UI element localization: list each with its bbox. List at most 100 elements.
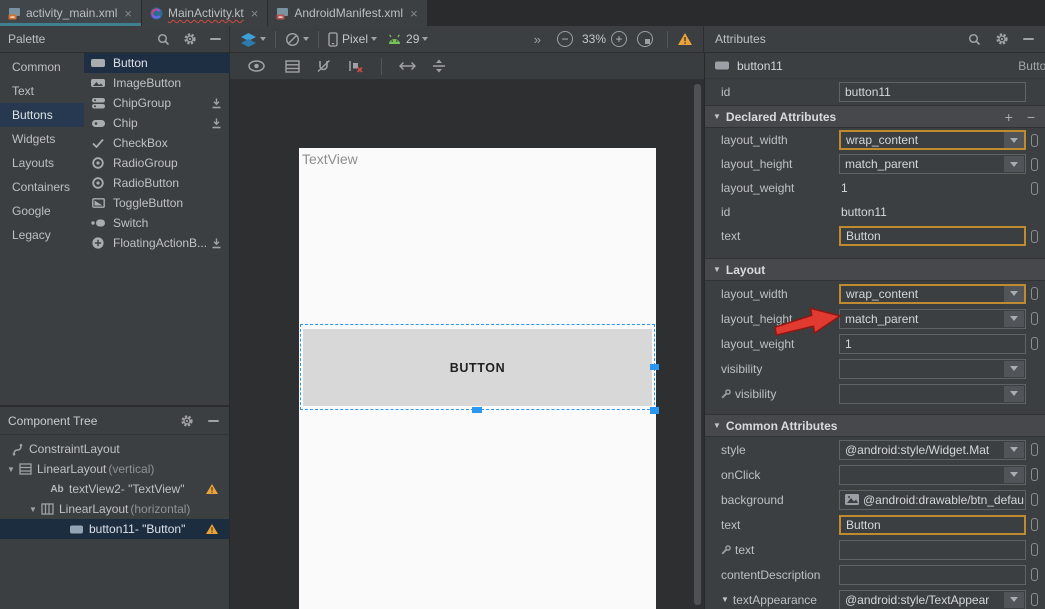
chevron-down-icon[interactable]	[1004, 442, 1024, 458]
tree-node-linearlayout-vertical[interactable]: ▼ LinearLayout (vertical)	[0, 459, 229, 479]
section-layout[interactable]: ▼ Layout	[705, 258, 1045, 281]
resize-handle-corner[interactable]	[650, 407, 659, 414]
linearlayout-mode-icon[interactable]	[285, 60, 300, 73]
palette-category-text[interactable]: Text	[0, 79, 84, 103]
design-surface-icon[interactable]	[240, 32, 266, 47]
palette-category-legacy[interactable]: Legacy	[0, 223, 84, 247]
close-icon[interactable]: ×	[410, 7, 418, 20]
chevron-down-icon[interactable]	[1004, 386, 1024, 402]
gear-icon[interactable]	[180, 414, 194, 428]
warning-icon[interactable]	[205, 483, 219, 495]
resource-picker-icon[interactable]	[1031, 312, 1038, 325]
orientation-icon[interactable]	[285, 32, 309, 47]
field-value[interactable]: 1	[839, 181, 1026, 195]
palette-item-chipgroup[interactable]: ChipGroup	[84, 93, 230, 113]
palette-category-common[interactable]: Common	[0, 55, 84, 79]
view-options-eye-icon[interactable]	[248, 60, 265, 72]
tools-visibility-combo[interactable]	[839, 384, 1026, 404]
tree-node-button11[interactable]: button11- "Button"	[0, 519, 229, 539]
palette-item-chip[interactable]: Chip	[84, 113, 230, 133]
resource-picker-icon[interactable]	[1031, 543, 1038, 556]
resource-picker-icon[interactable]	[1031, 158, 1038, 171]
tools-text-input[interactable]	[839, 540, 1026, 560]
add-attribute-button[interactable]: +	[1005, 109, 1013, 125]
resource-picker-icon[interactable]	[1031, 593, 1038, 606]
chevron-down-icon[interactable]	[1004, 361, 1024, 377]
tab-mainactivity-kt[interactable]: MainActivity.kt ×	[142, 0, 267, 26]
palette-category-google[interactable]: Google	[0, 199, 84, 223]
resize-handle-right[interactable]	[650, 364, 659, 370]
tab-activity-main-xml[interactable]: activity_main.xml ×	[0, 0, 141, 26]
vertical-scrollbar[interactable]	[694, 84, 701, 605]
gear-icon[interactable]	[995, 32, 1009, 46]
style-combo[interactable]: @android:style/Widget.Mat	[839, 440, 1026, 460]
layout-width-combo[interactable]: wrap_content	[839, 284, 1026, 304]
resize-handle-bottom[interactable]	[472, 407, 482, 413]
chevron-down-icon[interactable]	[1004, 132, 1024, 148]
contentdescription-input[interactable]	[839, 565, 1026, 585]
resource-picker-icon[interactable]	[1031, 493, 1038, 506]
palette-item-togglebutton[interactable]: ToggleButton	[84, 193, 230, 213]
section-common-attributes[interactable]: ▼ Common Attributes	[705, 414, 1045, 437]
resource-picker-icon[interactable]	[1031, 134, 1038, 147]
layout-weight-input[interactable]: 1	[839, 334, 1026, 354]
palette-item-radiogroup[interactable]: RadioGroup	[84, 153, 230, 173]
text-input[interactable]: Button	[839, 226, 1026, 246]
canvas-textview[interactable]: TextView	[302, 151, 358, 167]
chevron-down-icon[interactable]	[1004, 286, 1024, 302]
layout-height-combo[interactable]: match_parent	[839, 154, 1026, 174]
design-canvas[interactable]: TextView BUTTON	[230, 80, 704, 609]
textappearance-combo[interactable]: @android:style/TextAppear	[839, 590, 1026, 609]
resource-picker-icon[interactable]	[1031, 443, 1038, 456]
palette-item-imagebutton[interactable]: ImageButton	[84, 73, 230, 93]
layout-width-combo[interactable]: wrap_content	[839, 130, 1026, 150]
id-input[interactable]: button11	[839, 82, 1026, 102]
field-value[interactable]: button11	[839, 205, 887, 219]
resource-picker-icon[interactable]	[1031, 230, 1038, 243]
chevron-down-icon[interactable]	[1004, 156, 1024, 172]
palette-category-layouts[interactable]: Layouts	[0, 151, 84, 175]
visibility-combo[interactable]	[839, 359, 1026, 379]
hide-panel-icon[interactable]	[208, 420, 219, 422]
chevron-down-icon[interactable]	[1004, 467, 1024, 483]
expand-arrow-icon[interactable]: ▼	[721, 595, 729, 604]
tree-node-linearlayout-horizontal[interactable]: ▼ LinearLayout (horizontal)	[0, 499, 229, 519]
clear-constraints-icon[interactable]	[348, 59, 364, 73]
palette-item-switch[interactable]: Switch	[84, 213, 230, 233]
zoom-in-button[interactable]: +	[611, 31, 627, 47]
warning-icon[interactable]	[677, 32, 693, 46]
autoconnect-off-icon[interactable]	[316, 59, 332, 73]
default-margins-icon[interactable]	[399, 61, 416, 71]
resource-picker-icon[interactable]	[1031, 337, 1038, 350]
gear-icon[interactable]	[183, 32, 197, 46]
text-input[interactable]: Button	[839, 515, 1026, 535]
chevron-down-icon[interactable]	[1004, 311, 1024, 327]
chevron-down-icon[interactable]	[1004, 592, 1024, 608]
device-selector[interactable]: Pixel	[328, 32, 377, 47]
palette-item-radiobutton[interactable]: RadioButton	[84, 173, 230, 193]
palette-item-floatingactionbutton[interactable]: FloatingActionB...	[84, 233, 230, 253]
toolbar-overflow-icon[interactable]: »	[534, 32, 542, 47]
palette-category-containers[interactable]: Containers	[0, 175, 84, 199]
zoom-to-fit-button[interactable]	[637, 31, 653, 47]
section-declared-attributes[interactable]: ▼ Declared Attributes + −	[705, 105, 1045, 128]
close-icon[interactable]: ×	[124, 7, 132, 20]
hide-panel-icon[interactable]	[1023, 38, 1034, 40]
api-selector[interactable]: 29	[387, 32, 428, 46]
hide-panel-icon[interactable]	[210, 38, 221, 40]
palette-item-button[interactable]: Button	[84, 53, 230, 73]
tree-node-textview2[interactable]: Ab textView2- "TextView"	[0, 479, 229, 499]
palette-category-buttons[interactable]: Buttons	[0, 103, 84, 127]
expand-arrow-icon[interactable]: ▼	[6, 465, 16, 474]
resource-picker-icon[interactable]	[1031, 287, 1038, 300]
layout-height-combo[interactable]: match_parent	[839, 309, 1026, 329]
tab-androidmanifest-xml[interactable]: AndroidManifest.xml ×	[268, 0, 426, 26]
resource-picker-icon[interactable]	[1031, 182, 1038, 195]
warning-icon[interactable]	[205, 523, 219, 535]
resource-picker-icon[interactable]	[1031, 568, 1038, 581]
onclick-combo[interactable]	[839, 465, 1026, 485]
background-input[interactable]: @android:drawable/btn_defau	[839, 490, 1026, 510]
search-icon[interactable]	[968, 33, 981, 46]
resource-picker-icon[interactable]	[1031, 518, 1038, 531]
close-icon[interactable]: ×	[251, 7, 259, 20]
